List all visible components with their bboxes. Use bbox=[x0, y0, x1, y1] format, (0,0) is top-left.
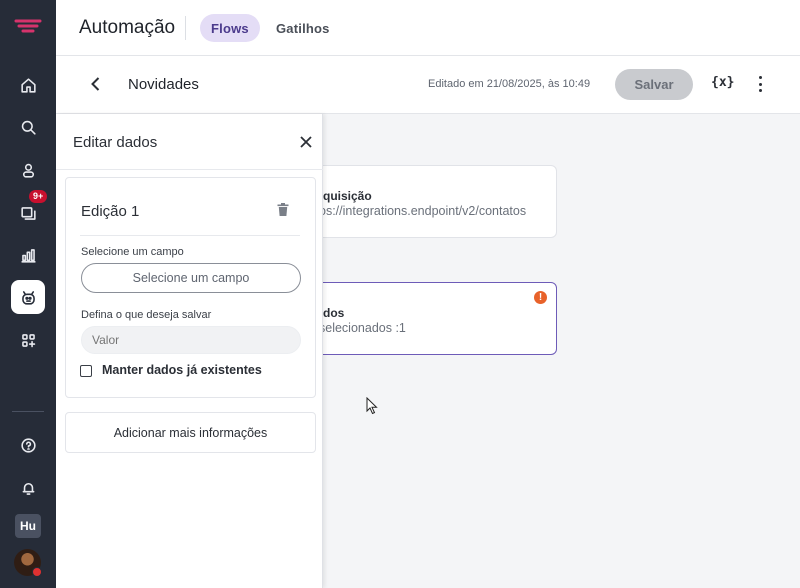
tab-flows[interactable]: Flows bbox=[200, 14, 260, 42]
flow-name: Novidades bbox=[128, 76, 199, 93]
flow-node-edit-data[interactable]: dos selecionados :1 ! bbox=[290, 282, 557, 355]
select-field-button[interactable]: Selecione um campo bbox=[81, 263, 301, 293]
sidebar-item-chat[interactable]: 9+ bbox=[11, 190, 48, 230]
chat-icon bbox=[20, 206, 36, 220]
workspace-switcher[interactable]: Hu bbox=[15, 514, 41, 538]
sidebar-item-apps[interactable] bbox=[11, 323, 45, 357]
edit-data-panel: Editar dados Edição 1 Selecione um campo… bbox=[56, 114, 323, 588]
sidebar-item-home[interactable] bbox=[11, 68, 45, 102]
node-title: dos bbox=[323, 306, 345, 320]
mouse-cursor-icon bbox=[366, 397, 378, 415]
value-input[interactable] bbox=[81, 326, 301, 354]
close-button[interactable] bbox=[298, 134, 314, 150]
close-icon bbox=[300, 136, 312, 148]
help-icon bbox=[20, 437, 36, 453]
save-button[interactable]: Salvar bbox=[615, 69, 693, 100]
sidebar-item-reports[interactable] bbox=[11, 238, 45, 272]
search-icon bbox=[21, 120, 36, 135]
avatar[interactable] bbox=[14, 549, 42, 577]
brand-logo-icon[interactable] bbox=[14, 18, 42, 36]
panel-divider bbox=[56, 169, 323, 170]
keep-existing-label[interactable]: Manter dados já existentes bbox=[102, 363, 262, 377]
bot-icon bbox=[21, 290, 35, 305]
apps-icon bbox=[21, 333, 35, 347]
page-title: Automação bbox=[79, 17, 176, 38]
sidebar-item-notifications[interactable] bbox=[11, 471, 45, 505]
flow-node-request[interactable]: quisição os://integrations.endpoint/v2/c… bbox=[290, 165, 557, 238]
field-label: Selecione um campo bbox=[81, 246, 184, 258]
trash-icon bbox=[277, 203, 289, 216]
back-button[interactable] bbox=[86, 74, 106, 94]
sidebar-item-automation[interactable] bbox=[11, 280, 45, 314]
side-nav: 9+ Hu bbox=[0, 0, 56, 588]
add-more-button[interactable]: Adicionar mais informações bbox=[65, 412, 316, 453]
panel-title: Editar dados bbox=[73, 134, 158, 151]
last-edited-text: Editado em 21/08/2025, às 10:49 bbox=[428, 78, 591, 90]
chevron-left-icon bbox=[91, 77, 100, 91]
more-options-icon[interactable] bbox=[756, 73, 764, 95]
contacts-icon bbox=[22, 163, 34, 178]
delete-edit-button[interactable] bbox=[277, 203, 289, 216]
chart-icon bbox=[20, 248, 36, 263]
notification-badge: 9+ bbox=[29, 190, 48, 203]
top-header: Automação Flows Gatilhos bbox=[56, 0, 800, 56]
header-divider bbox=[185, 16, 186, 40]
value-label: Defina o que deseja salvar bbox=[81, 309, 212, 321]
keep-existing-checkbox[interactable] bbox=[80, 365, 92, 377]
warning-icon[interactable]: ! bbox=[534, 291, 547, 304]
flow-toolbar: Novidades Editado em 21/08/2025, às 10:4… bbox=[56, 56, 800, 114]
edit-divider bbox=[80, 235, 300, 236]
tab-gatilhos[interactable]: Gatilhos bbox=[265, 14, 341, 42]
variables-icon[interactable]: {x} bbox=[711, 75, 734, 90]
sidebar-item-help[interactable] bbox=[11, 428, 45, 462]
node-title: quisição bbox=[323, 189, 372, 203]
sidebar-item-contacts[interactable] bbox=[11, 153, 45, 187]
bell-icon bbox=[22, 482, 34, 495]
node-subtitle: os://integrations.endpoint/v2/contatos bbox=[319, 204, 527, 218]
edit-group: Edição 1 Selecione um campo Selecione um… bbox=[65, 177, 316, 398]
home-icon bbox=[20, 77, 36, 93]
edit-title: Edição 1 bbox=[81, 203, 140, 220]
node-subtitle: selecionados :1 bbox=[319, 321, 406, 335]
sidebar-divider bbox=[12, 411, 44, 412]
sidebar-item-search[interactable] bbox=[11, 110, 45, 144]
